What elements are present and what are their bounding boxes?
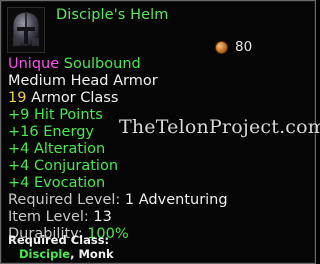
stat-evocation: +4 Evocation <box>8 175 106 191</box>
rarity-label: Unique <box>8 56 60 72</box>
rarity-binding-row: Unique Soulbound <box>8 56 141 73</box>
stat-alteration: +4 Alteration <box>8 141 106 157</box>
item-value-amount: 80 <box>235 39 253 55</box>
required-class-disciple: Disciple <box>19 247 71 261</box>
binding-label: Soulbound <box>63 56 141 72</box>
required-class-separator: , <box>70 247 75 261</box>
item-level-value: 13 <box>93 209 112 225</box>
required-level-label: Required Level: <box>8 192 121 208</box>
required-level-value: 1 Adventuring <box>124 192 228 208</box>
item-type: Medium Head Armor <box>8 73 158 89</box>
item-level-label: Item Level: <box>8 209 89 225</box>
item-name: Disciple's Helm <box>56 7 169 23</box>
armor-class-value: 19 <box>8 90 27 106</box>
required-level-row: Required Level: 1 Adventuring <box>8 192 228 209</box>
required-class-row: Disciple, Monk <box>19 247 114 261</box>
item-value: 80 <box>215 39 252 55</box>
required-class-monk: Monk <box>78 247 114 261</box>
item-level-row: Item Level: 13 <box>8 209 112 226</box>
watermark: TheTelonProject.com <box>119 116 320 138</box>
coin-icon <box>215 40 228 54</box>
helm-icon <box>7 7 45 53</box>
item-tooltip: Disciple's Helm 80 Unique Soulbound Medi… <box>0 0 320 264</box>
armor-class-row: 19 Armor Class <box>8 90 118 107</box>
stat-hit-points: +9 Hit Points <box>8 107 103 123</box>
required-class-label: Required Class: <box>8 233 110 247</box>
armor-class-label: Armor Class <box>31 90 119 106</box>
stat-energy: +16 Energy <box>8 124 94 140</box>
stat-conjuration: +4 Conjuration <box>8 158 119 174</box>
